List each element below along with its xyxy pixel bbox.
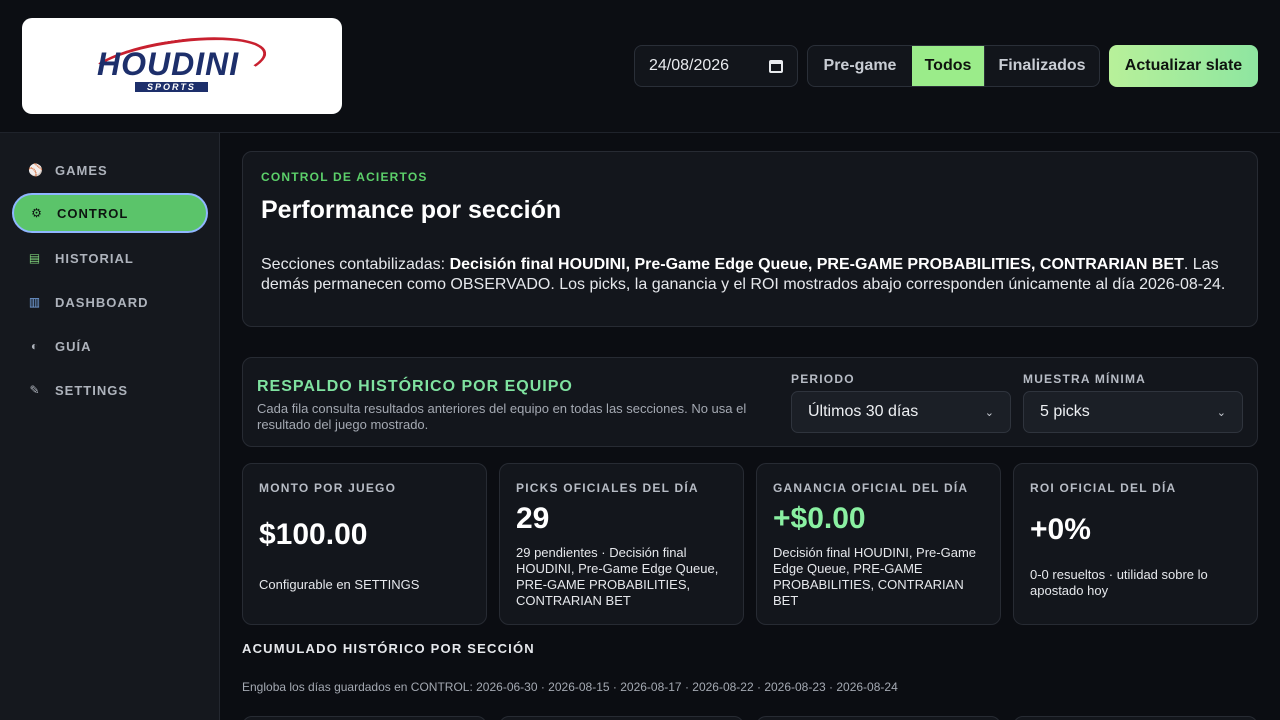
top-header: HOUDINI SPORTS 24/08/2026 Pre-game Todos… xyxy=(0,0,1280,133)
acumulado-card-peek xyxy=(1013,716,1258,720)
wrench-icon: ✎ xyxy=(29,383,41,397)
acumulado-subtitle: Engloba los días guardados en CONTROL: 2… xyxy=(242,680,898,694)
metric-value: +$0.00 xyxy=(773,502,866,535)
sidebar-item-historial[interactable]: ▤ HISTORIAL xyxy=(12,238,208,278)
filter-todos-button[interactable]: Todos xyxy=(912,46,984,86)
acumulado-title: ACUMULADO HISTÓRICO POR SECCIÓN xyxy=(242,641,535,656)
sidebar-item-label: CONTROL xyxy=(57,205,129,221)
muestra-label: MUESTRA MÍNIMA xyxy=(1023,372,1147,386)
sidebar-nav: ⚾ GAMES ⚙ CONTROL ▤ HISTORIAL ▥ DASHBOAR… xyxy=(0,133,220,720)
compass-icon: ◐ xyxy=(30,339,40,353)
sidebar-item-label: GUÍA xyxy=(55,338,92,354)
metric-monto-card: MONTO POR JUEGO $100.00 Configurable en … xyxy=(242,463,487,625)
chevron-down-icon: ⌄ xyxy=(984,406,994,419)
houdini-sports-logo[interactable]: HOUDINI SPORTS xyxy=(22,18,342,114)
metric-value: 29 xyxy=(516,502,550,535)
logo-subtext: SPORTS xyxy=(135,82,208,92)
metric-ganancia-card: GANANCIA OFICIAL DEL DÍA +$0.00 Decisión… xyxy=(756,463,1001,625)
bar-chart-icon: ▥ xyxy=(28,295,42,309)
respaldo-historico-card: RESPALDO HISTÓRICO POR EQUIPO Cada fila … xyxy=(242,357,1258,447)
periodo-select[interactable]: Últimos 30 días ⌄ xyxy=(791,391,1011,433)
date-value: 24/08/2026 xyxy=(649,57,730,74)
metric-label: ROI OFICIAL DEL DÍA xyxy=(1030,481,1177,495)
acumulado-card-peek xyxy=(242,716,487,720)
respaldo-title: RESPALDO HISTÓRICO POR EQUIPO xyxy=(257,378,573,395)
metric-value: +0% xyxy=(1030,513,1091,546)
page-title: Performance por sección xyxy=(261,196,562,224)
status-filter-segmented: Pre-game Todos Finalizados xyxy=(807,45,1100,87)
acumulado-card-peek xyxy=(499,716,744,720)
desc-sections-bold: Decisión final HOUDINI, Pre-Game Edge Qu… xyxy=(449,256,1184,273)
refresh-slate-button[interactable]: Actualizar slate xyxy=(1109,45,1258,87)
sidebar-item-dashboard[interactable]: ▥ DASHBOARD xyxy=(12,282,208,322)
gear-icon: ⚙ xyxy=(31,206,43,220)
metric-note: 29 pendientes · Decisión final HOUDINI, … xyxy=(516,545,719,608)
baseball-icon: ⚾ xyxy=(28,163,44,177)
sidebar-item-label: HISTORIAL xyxy=(55,250,134,266)
periodo-value: Últimos 30 días xyxy=(808,403,919,420)
date-picker-input[interactable]: 24/08/2026 xyxy=(634,45,798,87)
sections-description: Secciones contabilizadas: Decisión final… xyxy=(261,255,1251,295)
filter-finalizados-button[interactable]: Finalizados xyxy=(984,46,1099,86)
sidebar-item-label: GAMES xyxy=(55,162,108,178)
sidebar-item-settings[interactable]: ✎ SETTINGS xyxy=(12,370,208,410)
respaldo-subtitle: Cada fila consulta resultados anteriores… xyxy=(257,401,747,432)
sidebar-item-guia[interactable]: ◐ GUÍA xyxy=(12,326,208,366)
muestra-value: 5 picks xyxy=(1040,403,1090,420)
periodo-label: PERIODO xyxy=(791,372,855,386)
metric-label: PICKS OFICIALES DEL DÍA xyxy=(516,481,699,495)
sidebar-item-games[interactable]: ⚾ GAMES xyxy=(12,150,208,190)
desc-prefix: Secciones contabilizadas: xyxy=(261,256,450,273)
books-icon: ▤ xyxy=(28,251,42,265)
metric-picks-card: PICKS OFICIALES DEL DÍA 29 29 pendientes… xyxy=(499,463,744,625)
muestra-minima-select[interactable]: 5 picks ⌄ xyxy=(1023,391,1243,433)
logo-mark: HOUDINI SPORTS xyxy=(84,27,277,103)
section-eyebrow: CONTROL DE ACIERTOS xyxy=(261,170,428,184)
metric-value: $100.00 xyxy=(259,518,368,551)
metric-note: Decisión final HOUDINI, Pre-Game Edge Qu… xyxy=(773,545,976,608)
sidebar-item-label: SETTINGS xyxy=(55,382,129,398)
control-performance-card: CONTROL DE ACIERTOS Performance por secc… xyxy=(242,151,1258,327)
calendar-icon[interactable] xyxy=(769,59,783,73)
sidebar-item-label: DASHBOARD xyxy=(55,294,149,310)
metric-note: 0-0 resueltos · utilidad sobre lo aposta… xyxy=(1030,567,1208,598)
metric-note: Configurable en SETTINGS xyxy=(259,577,420,592)
chevron-down-icon: ⌄ xyxy=(1216,406,1226,419)
filter-pregame-button[interactable]: Pre-game xyxy=(808,46,912,86)
logo-text: HOUDINI xyxy=(97,46,240,82)
metric-label: MONTO POR JUEGO xyxy=(259,481,397,495)
metric-label: GANANCIA OFICIAL DEL DÍA xyxy=(773,481,969,495)
metric-roi-card: ROI OFICIAL DEL DÍA +0% 0-0 resueltos · … xyxy=(1013,463,1258,625)
sidebar-item-control[interactable]: ⚙ CONTROL xyxy=(12,193,208,233)
acumulado-card-peek xyxy=(756,716,1001,720)
